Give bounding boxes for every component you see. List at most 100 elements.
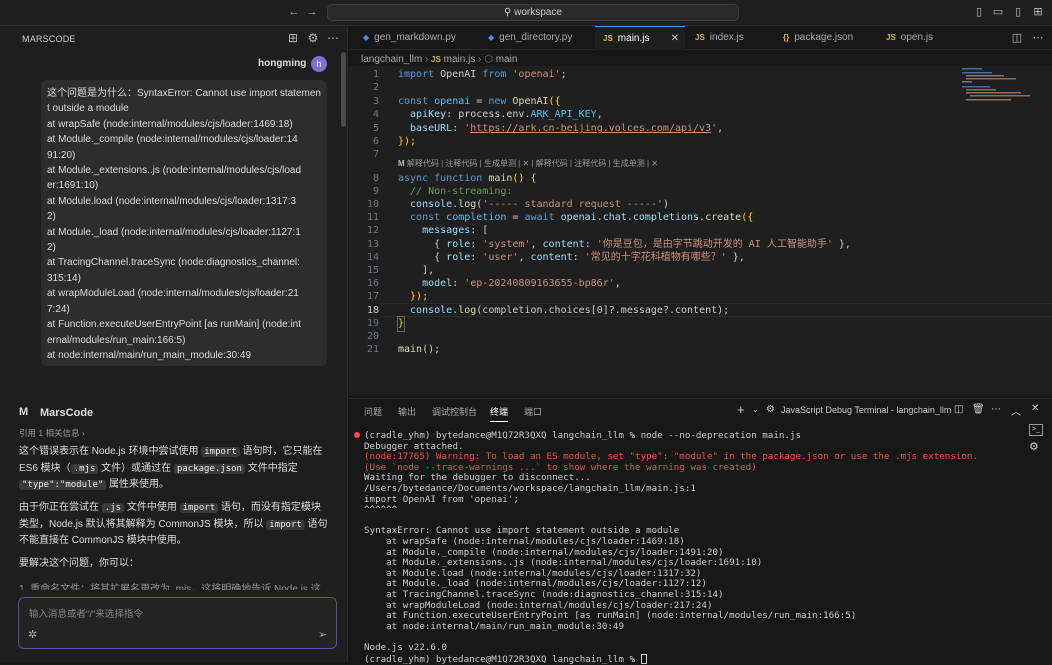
toggle-primary-sidebar-icon[interactable]: ▯ <box>973 6 985 18</box>
line-number: 5 <box>372 123 379 134</box>
js-file-icon: JS <box>695 33 705 42</box>
line-number: 16 <box>366 278 379 289</box>
chat-input[interactable] <box>18 597 337 649</box>
terminal-line: at TracingChannel.traceSync (node:diagno… <box>364 589 724 600</box>
user-message-bubble: 这个问题是为什么：SyntaxError: Cannot use import … <box>41 80 327 366</box>
js-file-icon: JS <box>886 33 896 42</box>
python-file-icon: ◆ <box>488 33 495 42</box>
tab-label: package.json <box>794 32 854 43</box>
tab-label: index.js <box>709 32 744 43</box>
new-terminal-icon[interactable]: + <box>737 402 745 417</box>
marscode-logo-icon: M <box>19 406 29 418</box>
line-number: 3 <box>372 96 379 107</box>
panel-tab-debug-console[interactable]: 调试控制台 <box>432 405 477 418</box>
python-file-icon: ◆ <box>363 33 370 42</box>
code-line-9: async function main() { <box>398 173 537 184</box>
minimap[interactable] <box>960 66 1040 106</box>
code-line-12: const completion = await openai.chat.com… <box>398 212 754 223</box>
toggle-secondary-sidebar-icon[interactable]: ▯ <box>1012 6 1024 18</box>
chevron-down-icon[interactable]: ⌄ <box>752 405 759 414</box>
maximize-panel-icon[interactable]: ︿ <box>1011 403 1021 418</box>
tab-package-json[interactable]: {} package.json <box>775 26 875 50</box>
terminal-line: at wrapSafe (node:internal/modules/cjs/l… <box>364 536 685 547</box>
user-message-line: 2) <box>47 242 56 254</box>
tab-gen-directory[interactable]: ◆ gen_directory.py <box>480 26 592 50</box>
terminal-line: ^^^^^^ <box>364 504 398 516</box>
code-line-16: ], <box>398 265 435 276</box>
user-message-line: er:1691:10) <box>47 180 99 192</box>
line-number: 21 <box>366 344 379 355</box>
breadcrumb-file[interactable]: main.js <box>444 54 476 65</box>
tab-main-js[interactable]: JS main.js ✕ <box>595 26 685 50</box>
base-url-link[interactable]: https://ark.cn-beijing.volces.com/api/v3 <box>470 123 711 134</box>
user-message-line: 315:14) <box>47 272 81 284</box>
text: 属性来使用。 <box>106 479 170 490</box>
command-center-search[interactable]: ⚲ workspace <box>327 4 739 21</box>
new-chat-icon[interactable]: ⊞ <box>286 31 300 45</box>
line-number: 4 <box>372 109 379 120</box>
terminal-line: (cradle_yhm) bytedance@M1Q72R3QXQ langch… <box>364 430 801 441</box>
line-number: 19 <box>366 318 379 329</box>
user-message-line: at wrapSafe (node:internal/modules/cjs/l… <box>47 118 293 130</box>
editor-more-icon[interactable]: ⋯ <box>1032 32 1044 44</box>
assistant-name: MarsCode <box>40 407 94 419</box>
panel-more-icon[interactable]: ⋯ <box>991 404 1001 415</box>
panel-tab-terminal[interactable]: 终端 <box>490 405 509 422</box>
code-line-3: const openai = new OpenAI({ <box>398 96 561 107</box>
code-line-22: main(); <box>398 344 441 355</box>
line-number: 7 <box>372 149 379 160</box>
codelens-actions[interactable]: M 解释代码 | 注释代码 | 生成单测 | ✕ | 解释代码 | 注释代码 |… <box>398 158 658 169</box>
breadcrumb-symbol[interactable]: main <box>496 54 518 65</box>
code-line-19: console.log(completion.choices[0]?.messa… <box>398 305 730 316</box>
debug-terminal-icon[interactable]: ⚙ <box>1029 440 1039 453</box>
tab-label: open.js <box>900 32 934 43</box>
text: 文件中使用 <box>124 502 180 513</box>
terminal-instance-icon[interactable]: >_ <box>1029 424 1043 436</box>
tab-label: gen_markdown.py <box>374 32 456 43</box>
chat-input-placeholder: 输入消息或者"/"来选择指令 <box>29 609 143 620</box>
code-line-13: messages: [ <box>398 225 489 236</box>
line-number: 14 <box>366 252 379 263</box>
close-tab-icon[interactable]: ✕ <box>671 27 679 51</box>
panel-tab-problems[interactable]: 问题 <box>364 405 382 418</box>
tab-label: gen_directory.py <box>499 32 573 43</box>
code-line-4: apiKey: process.env.ARK_API_KEY, <box>398 109 603 120</box>
breadcrumb-folder[interactable]: langchain_llm <box>361 54 422 65</box>
terminal-line: Node.js v22.6.0 <box>364 642 447 653</box>
toggle-panel-icon[interactable]: ▭ <box>992 6 1004 18</box>
inline-code: import <box>179 503 219 513</box>
user-message-line: at Module.load (node:internal/modules/cj… <box>47 195 297 207</box>
split-editor-icon[interactable]: ◫ <box>1011 32 1023 44</box>
tab-open-js[interactable]: JS open.js <box>878 26 958 50</box>
panel-tab-output[interactable]: 输出 <box>398 405 416 418</box>
settings-sliders-icon[interactable]: ⚙ <box>306 31 320 45</box>
user-message-line: at node:internal/main/run_main_module:30… <box>47 349 252 361</box>
references-link[interactable]: 引用 1 相关信息 › <box>19 427 85 439</box>
magic-icon[interactable]: ✲ <box>28 628 37 641</box>
terminal-line: /Users/bytedance/Documents/workspace/lan… <box>364 483 696 494</box>
trash-icon[interactable]: 🗑 <box>972 404 985 415</box>
answer-paragraph-4: 1. 重命名文件：将其扩展名更改为 .mjs，这将明确地告诉 Node.js 这… <box>19 584 321 590</box>
split-terminal-icon[interactable]: ◫ <box>954 404 963 415</box>
line-number: 2 <box>372 82 379 93</box>
chat-scrollbar[interactable] <box>341 52 346 127</box>
customize-layout-icon[interactable]: ⊞ <box>1032 6 1044 18</box>
send-icon[interactable]: ➢ <box>318 628 327 641</box>
text: 这个错误表示在 Node.js 环境中尝试使用 <box>19 446 202 457</box>
close-panel-icon[interactable]: ✕ <box>1031 403 1039 414</box>
user-message-line: ernal/modules/run_main:166:5) <box>47 334 186 346</box>
user-message-line: 2) <box>47 211 56 223</box>
user-message-line: at TracingChannel.traceSync (node:diagno… <box>47 257 300 269</box>
panel-tab-ports[interactable]: 端口 <box>524 405 542 418</box>
answer-paragraph-2: 由于你正在尝试在 .js 文件中使用 import 语句，而没有指定模块类型，N… <box>19 500 329 549</box>
tab-gen-markdown[interactable]: ◆ gen_markdown.py <box>355 26 473 50</box>
line-number: 9 <box>372 186 379 197</box>
line-number: 10 <box>366 199 379 210</box>
back-arrow-icon[interactable]: ← <box>288 6 300 18</box>
more-icon[interactable]: ⋯ <box>326 31 340 45</box>
user-message-line: at Module._load (node:internal/modules/c… <box>47 226 301 238</box>
tab-index-js[interactable]: JS index.js <box>687 26 777 50</box>
line-number: 6 <box>372 136 379 147</box>
forward-arrow-icon[interactable]: → <box>306 6 318 18</box>
line-number: 17 <box>366 291 379 302</box>
